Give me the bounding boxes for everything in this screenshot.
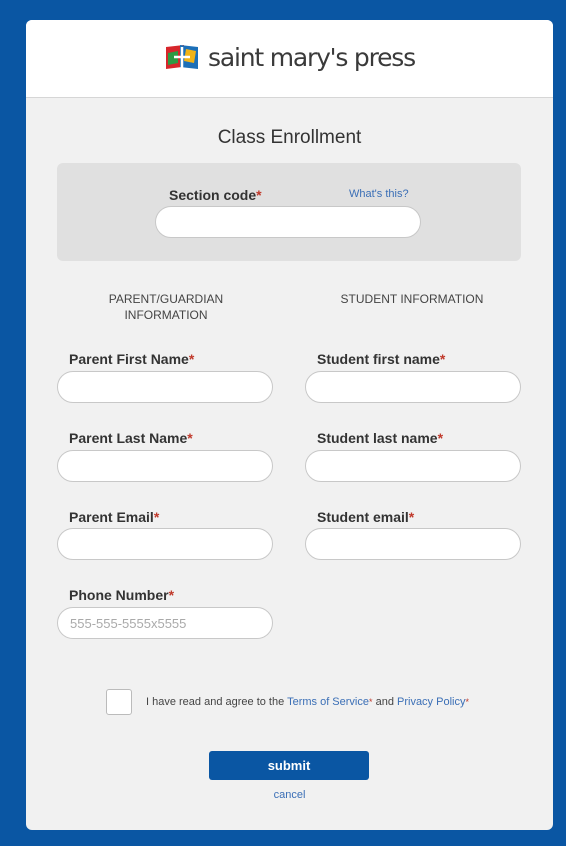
required-marker: * xyxy=(256,187,262,203)
brand-name: saint mary's press xyxy=(208,43,416,72)
brand-logo: saint mary's press xyxy=(164,43,416,73)
parent-last-name-label: Parent Last Name* xyxy=(69,430,193,446)
enrollment-card: saint mary's press Class Enrollment Sect… xyxy=(26,20,553,830)
student-email-input[interactable] xyxy=(305,528,521,560)
agreement-row: I have read and agree to the Terms of Se… xyxy=(106,689,469,715)
parent-first-name-input[interactable] xyxy=(57,371,273,403)
section-code-label: Section code* xyxy=(169,187,262,203)
header: saint mary's press xyxy=(26,20,553,98)
parent-email-label: Parent Email* xyxy=(69,509,160,525)
student-info-heading: STUDENT INFORMATION xyxy=(340,292,484,306)
smp-logo-icon xyxy=(166,44,199,69)
terms-of-service-link[interactable]: Terms of Service xyxy=(287,696,369,708)
parent-info-heading: PARENT/GUARDIAN INFORMATION xyxy=(108,292,224,322)
phone-number-label: Phone Number* xyxy=(69,587,175,603)
privacy-policy-link[interactable]: Privacy Policy xyxy=(397,696,465,708)
parent-first-name-label: Parent First Name* xyxy=(69,351,195,367)
student-email-label: Student email* xyxy=(317,509,415,525)
agreement-text: I have read and agree to the Terms of Se… xyxy=(146,696,469,708)
phone-number-input[interactable] xyxy=(57,607,273,639)
student-last-name-label: Student last name* xyxy=(317,430,444,446)
student-first-name-input[interactable] xyxy=(305,371,521,403)
page-title: Class Enrollment xyxy=(217,127,362,148)
parent-email-input[interactable] xyxy=(57,528,273,560)
submit-button[interactable]: submit xyxy=(209,751,369,780)
section-code-panel: Section code* What's this? xyxy=(57,163,521,261)
student-first-name-label: Student first name* xyxy=(317,351,446,367)
agree-checkbox[interactable] xyxy=(106,689,132,715)
section-code-input[interactable] xyxy=(155,206,421,238)
cancel-link[interactable]: cancel xyxy=(26,789,553,801)
student-last-name-input[interactable] xyxy=(305,450,521,482)
parent-last-name-input[interactable] xyxy=(57,450,273,482)
whats-this-link[interactable]: What's this? xyxy=(349,188,409,200)
